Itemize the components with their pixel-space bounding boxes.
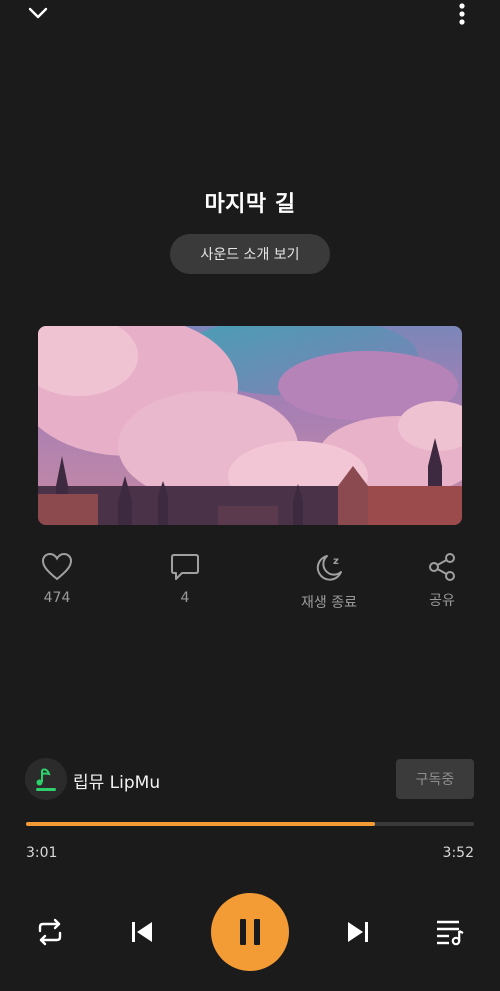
moon-z-icon: z (313, 552, 345, 584)
playlist-icon[interactable] (430, 912, 470, 952)
share-icon (427, 552, 457, 582)
channel-avatar[interactable] (25, 758, 67, 800)
comment-count: 4 (180, 590, 190, 606)
skip-previous-icon[interactable] (122, 912, 162, 952)
comment-icon (170, 552, 200, 582)
progress-bar[interactable] (26, 822, 474, 826)
track-artwork (38, 326, 462, 525)
track-title: 마지막 길 (204, 192, 296, 217)
subscribe-button[interactable]: 구독중 (396, 759, 474, 799)
skip-next-icon[interactable] (338, 912, 378, 952)
like-count: 474 (43, 590, 71, 606)
share-label: 공유 (429, 593, 455, 609)
sleep-timer-action[interactable]: z 재생 종료 (274, 552, 384, 612)
chevron-down-icon[interactable] (24, 0, 52, 26)
sound-intro-button[interactable]: 사운드 소개 보기 (170, 234, 330, 274)
svg-text:z: z (333, 556, 339, 567)
share-action[interactable]: 공유 (402, 552, 482, 610)
sleep-timer-label: 재생 종료 (301, 595, 357, 611)
more-vertical-icon[interactable] (450, 0, 474, 28)
progress-fill (26, 822, 376, 826)
comment-action[interactable]: 4 (145, 552, 225, 606)
total-time: 3:52 (442, 845, 474, 861)
heart-icon (41, 552, 73, 582)
repeat-icon[interactable] (30, 912, 70, 952)
like-action[interactable]: 474 (17, 552, 97, 606)
channel-name[interactable]: 립뮤 LipMu (73, 768, 160, 793)
current-time: 3:01 (26, 845, 58, 861)
pause-icon[interactable] (211, 893, 289, 971)
